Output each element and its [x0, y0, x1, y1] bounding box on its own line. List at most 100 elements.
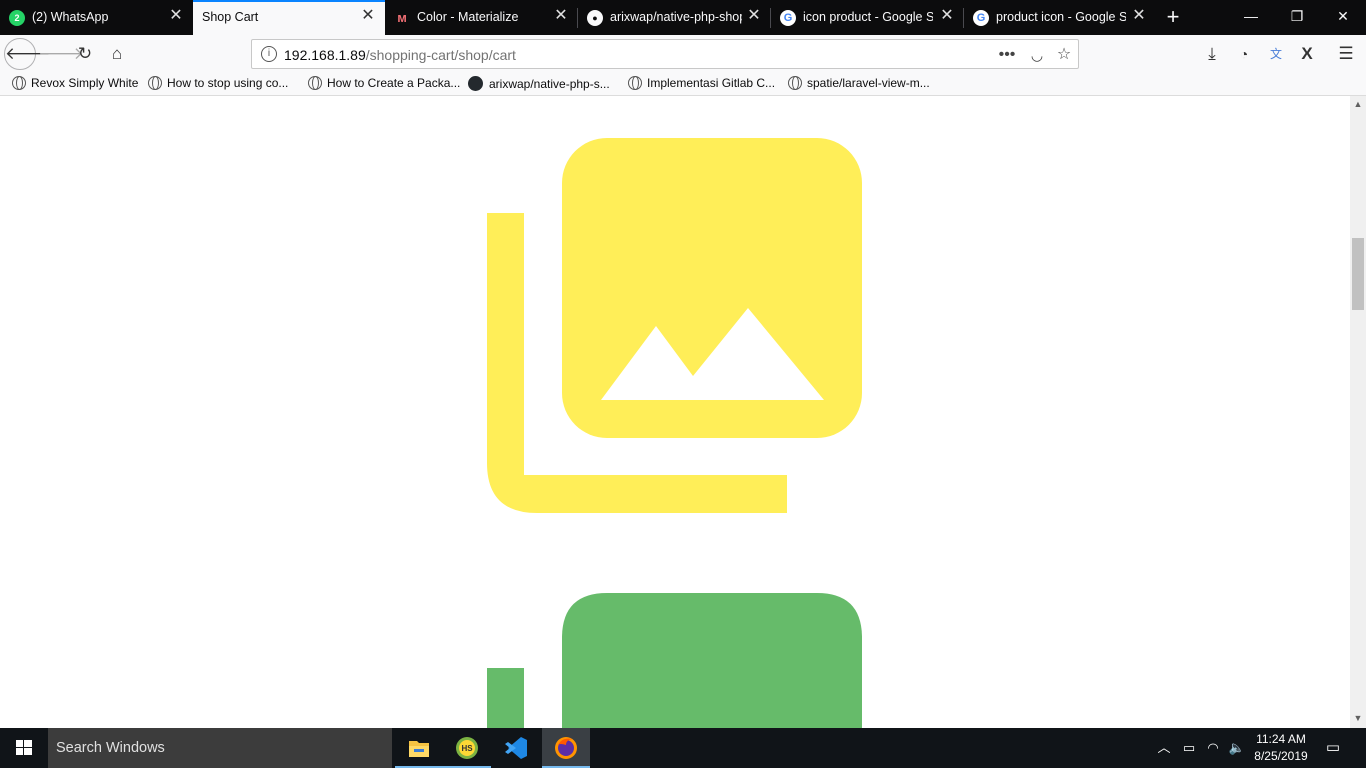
github-icon	[468, 76, 483, 91]
globe-icon	[788, 76, 802, 90]
page-actions-icon[interactable]: •••	[996, 44, 1018, 66]
taskbar-search-box[interactable]: Search Windows	[48, 728, 392, 768]
page-content	[0, 96, 1350, 728]
clock-date: 8/25/2019	[1254, 749, 1308, 763]
pocket-icon[interactable]: ◡	[1026, 44, 1048, 66]
tab-materialize[interactable]: ᴍ Color - Materialize ✕	[385, 0, 578, 35]
bookmark-item[interactable]: How to Create a Packa...	[308, 76, 460, 93]
info-icon[interactable]: i	[261, 46, 277, 62]
new-tab-button[interactable]: +	[1160, 4, 1186, 30]
file-explorer-icon	[409, 741, 429, 757]
chevron-up-icon: ︿	[1157, 740, 1171, 755]
close-tab-icon[interactable]: ✕	[360, 8, 376, 24]
clock-time: 11:24 AM	[1256, 732, 1306, 746]
home-button[interactable]: ⌂	[102, 39, 132, 69]
address-bar[interactable]: i 192.168.1.89/shopping-cart/shop/cart •…	[251, 39, 1079, 69]
forward-button[interactable]: 🡒	[38, 39, 84, 69]
taskbar-vscode[interactable]	[492, 728, 540, 768]
tab-github[interactable]: ● arixwap/native-php-shop ✕	[578, 0, 771, 35]
xampp-button[interactable]: X	[1292, 39, 1322, 69]
google-icon: G	[780, 10, 796, 26]
product-image-photo-library-icon[interactable]	[487, 593, 862, 728]
tab-whatsapp[interactable]: 2 (2) WhatsApp ✕	[0, 0, 193, 35]
scroll-down-arrow-icon[interactable]: ▼	[1353, 713, 1363, 723]
show-hidden-icons-button[interactable]: ︿	[1156, 728, 1172, 768]
bookmark-item[interactable]: spatie/laravel-view-m...	[788, 76, 930, 93]
google-icon: G	[973, 10, 989, 26]
download-icon: ⤓	[1208, 44, 1216, 63]
photo-library-front-frame	[562, 593, 862, 728]
close-tab-icon[interactable]: ✕	[746, 8, 762, 24]
github-icon: ●	[587, 10, 603, 26]
menu-button[interactable]: ☰	[1331, 39, 1361, 69]
materialize-icon: ᴍ	[397, 10, 407, 25]
svg-text:HS: HS	[461, 744, 473, 753]
url-text[interactable]: 192.168.1.89/shopping-cart/shop/cart	[284, 47, 516, 63]
navigation-toolbar: 🡐 🡒 ↻ ⌂ i 192.168.1.89/shopping-cart/sho…	[0, 35, 1366, 73]
url-path: /shopping-cart/shop/cart	[365, 47, 516, 63]
close-window-button[interactable]: ✕	[1320, 0, 1366, 32]
bookmark-label: How to Create a Packa...	[327, 76, 461, 90]
restore-button[interactable]: ❐	[1274, 0, 1320, 32]
product-image-photo-library-icon[interactable]	[487, 138, 862, 513]
downloads-button[interactable]: ⤓	[1197, 39, 1227, 69]
start-button[interactable]	[0, 728, 48, 768]
close-tab-icon[interactable]: ✕	[1131, 8, 1147, 24]
whatsapp-icon: 2	[9, 10, 25, 26]
bookmark-label: spatie/laravel-view-m...	[807, 76, 930, 90]
battery-icon[interactable]: ▭	[1180, 728, 1198, 768]
globe-icon	[12, 76, 26, 90]
tab-title: Shop Cart	[202, 10, 259, 24]
globe-icon	[308, 76, 322, 90]
close-tab-icon[interactable]: ✕	[939, 8, 955, 24]
bookmark-label: How to stop using co...	[167, 76, 289, 90]
windows-taskbar: Search Windows HS ︿ ▭ ◠ 🔈 11:24 AM 8/25/…	[0, 728, 1366, 768]
tab-title: icon product - Google Se	[803, 10, 933, 24]
scrollbar-thumb[interactable]	[1352, 238, 1364, 310]
url-host: 192.168.1.89	[284, 47, 366, 63]
bookmarks-toolbar: Revox Simply White How to stop using co.…	[0, 73, 1366, 96]
bookmark-label: Implementasi Gitlab C...	[647, 76, 776, 90]
page-scrollbar[interactable]: ▲ ▼	[1350, 96, 1366, 728]
photo-library-back-frame	[487, 668, 524, 728]
scroll-up-arrow-icon[interactable]: ▲	[1353, 99, 1363, 109]
wifi-icon[interactable]: ◠	[1204, 728, 1222, 768]
bookmark-item[interactable]: arixwap/native-php-s...	[468, 76, 610, 93]
extension-icon: ◔	[1239, 46, 1249, 62]
close-tab-icon[interactable]: ✕	[553, 8, 569, 24]
home-icon: ⌂	[111, 44, 123, 63]
translate-button[interactable]: 文	[1261, 39, 1291, 69]
bookmark-star-icon[interactable]: ☆	[1053, 44, 1075, 66]
bookmark-item[interactable]: How to stop using co...	[148, 76, 288, 93]
bookmark-label: Revox Simply White	[31, 76, 139, 90]
bookmark-label: arixwap/native-php-s...	[489, 77, 610, 91]
action-center-button[interactable]: ▭	[1322, 728, 1344, 768]
reload-icon: ↻	[77, 44, 93, 63]
windows-logo-icon	[16, 740, 32, 755]
tab-shop-cart[interactable]: Shop Cart ✕	[193, 0, 385, 35]
globe-icon	[148, 76, 162, 90]
taskbar-hs-app[interactable]: HS	[443, 728, 491, 768]
reload-button[interactable]: ↻	[70, 39, 100, 69]
taskbar-clock[interactable]: 11:24 AM 8/25/2019	[1244, 731, 1318, 765]
hamburger-menu-icon: ☰	[1338, 44, 1354, 63]
tab-strip: 2 (2) WhatsApp ✕ Shop Cart ✕ ᴍ Color - M…	[0, 0, 1366, 35]
tab-title: product icon - Google Se	[996, 10, 1126, 24]
close-tab-icon[interactable]: ✕	[168, 8, 184, 24]
back-button[interactable]: 🡐	[4, 38, 51, 70]
tab-title: (2) WhatsApp	[32, 10, 109, 24]
extension-button[interactable]: ◔	[1229, 39, 1259, 69]
tab-title: arixwap/native-php-shop	[610, 10, 742, 24]
bookmark-item[interactable]: Implementasi Gitlab C...	[628, 76, 775, 93]
taskbar-file-explorer[interactable]	[395, 728, 443, 768]
hs-app-icon: HS	[456, 737, 478, 759]
globe-icon	[628, 76, 642, 90]
x-extension-icon: X	[1301, 44, 1313, 63]
tab-google-product-icon[interactable]: G product icon - Google Se ✕	[964, 0, 1156, 35]
notification-icon: ▭	[1325, 739, 1341, 756]
tab-google-icon-product[interactable]: G icon product - Google Se ✕	[771, 0, 964, 35]
firefox-icon	[555, 737, 577, 759]
taskbar-firefox[interactable]	[542, 728, 590, 768]
minimize-button[interactable]: —	[1228, 0, 1274, 32]
bookmark-item[interactable]: Revox Simply White	[12, 76, 138, 93]
